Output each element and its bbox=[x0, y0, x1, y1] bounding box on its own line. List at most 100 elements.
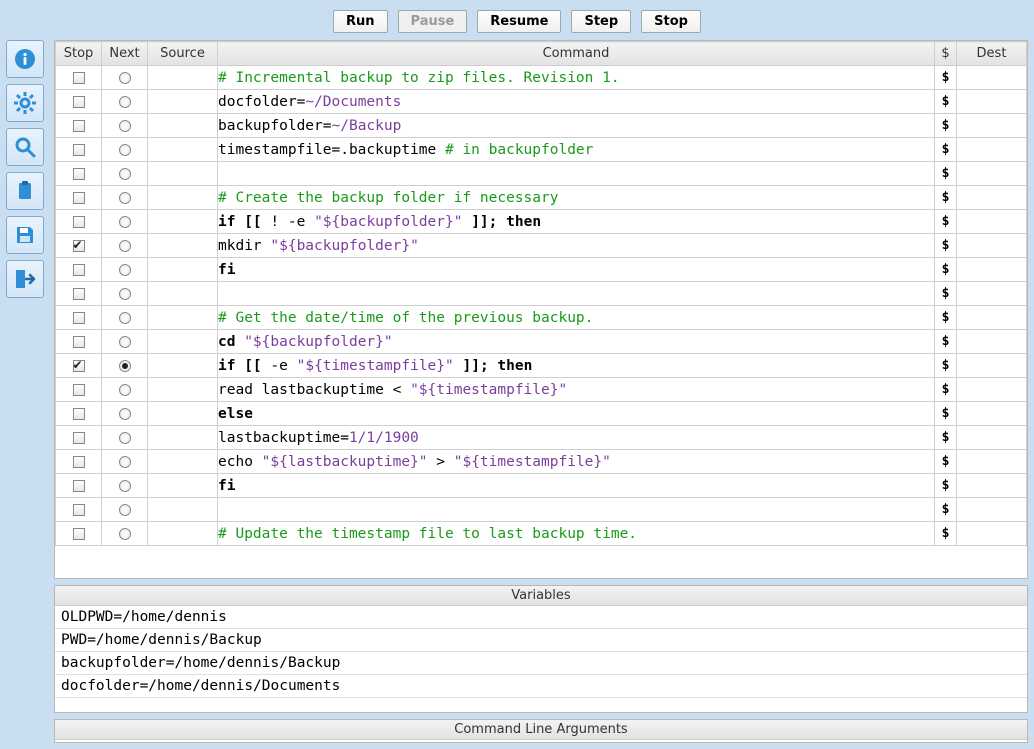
stop-cell[interactable] bbox=[56, 450, 102, 474]
next-radio[interactable] bbox=[119, 360, 131, 372]
next-radio[interactable] bbox=[119, 168, 131, 180]
dest-cell[interactable] bbox=[957, 282, 1027, 306]
next-cell[interactable] bbox=[102, 138, 148, 162]
header-dest[interactable]: Dest bbox=[957, 42, 1027, 66]
dest-cell[interactable] bbox=[957, 186, 1027, 210]
command-cell[interactable]: cd "${backupfolder}" bbox=[218, 330, 935, 354]
step-button[interactable]: Step bbox=[571, 10, 631, 33]
source-cell[interactable] bbox=[148, 474, 218, 498]
script-row[interactable]: # Create the backup folder if necessary$ bbox=[56, 186, 1027, 210]
dest-cell[interactable] bbox=[957, 402, 1027, 426]
settings-button[interactable] bbox=[6, 84, 44, 122]
resume-button[interactable]: Resume bbox=[477, 10, 561, 33]
script-row[interactable]: $ bbox=[56, 498, 1027, 522]
dollar-cell[interactable]: $ bbox=[935, 474, 957, 498]
dest-cell[interactable] bbox=[957, 474, 1027, 498]
source-cell[interactable] bbox=[148, 234, 218, 258]
dest-cell[interactable] bbox=[957, 450, 1027, 474]
header-command[interactable]: Command bbox=[218, 42, 935, 66]
header-stop[interactable]: Stop bbox=[56, 42, 102, 66]
next-cell[interactable] bbox=[102, 354, 148, 378]
next-radio[interactable] bbox=[119, 240, 131, 252]
dollar-cell[interactable]: $ bbox=[935, 138, 957, 162]
source-cell[interactable] bbox=[148, 114, 218, 138]
script-row[interactable]: lastbackuptime=1/1/1900$ bbox=[56, 426, 1027, 450]
next-radio[interactable] bbox=[119, 144, 131, 156]
next-radio[interactable] bbox=[119, 312, 131, 324]
dollar-cell[interactable]: $ bbox=[935, 522, 957, 546]
command-cell[interactable] bbox=[218, 162, 935, 186]
command-cell[interactable]: read lastbackuptime < "${timestampfile}" bbox=[218, 378, 935, 402]
stop-cell[interactable] bbox=[56, 402, 102, 426]
stop-cell[interactable] bbox=[56, 354, 102, 378]
script-row[interactable]: backupfolder=~/Backup$ bbox=[56, 114, 1027, 138]
next-radio[interactable] bbox=[119, 72, 131, 84]
header-dollar[interactable]: $ bbox=[935, 42, 957, 66]
dest-cell[interactable] bbox=[957, 66, 1027, 90]
dest-cell[interactable] bbox=[957, 162, 1027, 186]
script-grid-scroll[interactable]: Stop Next Source Command $ Dest # Increm… bbox=[55, 41, 1027, 578]
source-cell[interactable] bbox=[148, 498, 218, 522]
next-cell[interactable] bbox=[102, 426, 148, 450]
command-cell[interactable]: fi bbox=[218, 474, 935, 498]
dest-cell[interactable] bbox=[957, 522, 1027, 546]
dollar-cell[interactable]: $ bbox=[935, 186, 957, 210]
script-row[interactable]: $ bbox=[56, 162, 1027, 186]
variable-row[interactable]: PWD=/home/dennis/Backup bbox=[55, 629, 1027, 652]
dest-cell[interactable] bbox=[957, 90, 1027, 114]
command-cell[interactable]: echo "${lastbackuptime}" > "${timestampf… bbox=[218, 450, 935, 474]
source-cell[interactable] bbox=[148, 354, 218, 378]
stop-checkbox[interactable] bbox=[73, 168, 85, 180]
variables-list[interactable]: OLDPWD=/home/dennisPWD=/home/dennis/Back… bbox=[55, 606, 1027, 712]
dest-cell[interactable] bbox=[957, 330, 1027, 354]
script-row[interactable]: $ bbox=[56, 282, 1027, 306]
dollar-cell[interactable]: $ bbox=[935, 114, 957, 138]
stop-checkbox[interactable] bbox=[73, 504, 85, 516]
dollar-cell[interactable]: $ bbox=[935, 210, 957, 234]
dest-cell[interactable] bbox=[957, 138, 1027, 162]
dest-cell[interactable] bbox=[957, 234, 1027, 258]
command-cell[interactable]: # Get the date/time of the previous back… bbox=[218, 306, 935, 330]
stop-cell[interactable] bbox=[56, 258, 102, 282]
stop-cell[interactable] bbox=[56, 66, 102, 90]
stop-checkbox[interactable] bbox=[73, 240, 85, 252]
source-cell[interactable] bbox=[148, 90, 218, 114]
command-cell[interactable]: docfolder=~/Documents bbox=[218, 90, 935, 114]
dollar-cell[interactable]: $ bbox=[935, 282, 957, 306]
dest-cell[interactable] bbox=[957, 210, 1027, 234]
source-cell[interactable] bbox=[148, 162, 218, 186]
run-button[interactable]: Run bbox=[333, 10, 388, 33]
next-cell[interactable] bbox=[102, 498, 148, 522]
dest-cell[interactable] bbox=[957, 114, 1027, 138]
stop-checkbox[interactable] bbox=[73, 336, 85, 348]
header-next[interactable]: Next bbox=[102, 42, 148, 66]
stop-checkbox[interactable] bbox=[73, 288, 85, 300]
stop-checkbox[interactable] bbox=[73, 456, 85, 468]
stop-cell[interactable] bbox=[56, 498, 102, 522]
script-row[interactable]: docfolder=~/Documents$ bbox=[56, 90, 1027, 114]
next-cell[interactable] bbox=[102, 282, 148, 306]
source-cell[interactable] bbox=[148, 426, 218, 450]
stop-cell[interactable] bbox=[56, 186, 102, 210]
stop-cell[interactable] bbox=[56, 378, 102, 402]
command-cell[interactable]: # Create the backup folder if necessary bbox=[218, 186, 935, 210]
stop-button[interactable]: Stop bbox=[641, 10, 701, 33]
next-cell[interactable] bbox=[102, 402, 148, 426]
stop-cell[interactable] bbox=[56, 306, 102, 330]
variable-row[interactable]: OLDPWD=/home/dennis bbox=[55, 606, 1027, 629]
stop-checkbox[interactable] bbox=[73, 480, 85, 492]
next-radio[interactable] bbox=[119, 216, 131, 228]
stop-cell[interactable] bbox=[56, 210, 102, 234]
script-row[interactable]: # Get the date/time of the previous back… bbox=[56, 306, 1027, 330]
source-cell[interactable] bbox=[148, 522, 218, 546]
stop-checkbox[interactable] bbox=[73, 216, 85, 228]
stop-cell[interactable] bbox=[56, 162, 102, 186]
command-cell[interactable]: backupfolder=~/Backup bbox=[218, 114, 935, 138]
stop-checkbox[interactable] bbox=[73, 312, 85, 324]
next-cell[interactable] bbox=[102, 522, 148, 546]
next-radio[interactable] bbox=[119, 480, 131, 492]
script-row[interactable]: fi$ bbox=[56, 258, 1027, 282]
paste-button[interactable] bbox=[6, 172, 44, 210]
stop-checkbox[interactable] bbox=[73, 120, 85, 132]
source-cell[interactable] bbox=[148, 450, 218, 474]
